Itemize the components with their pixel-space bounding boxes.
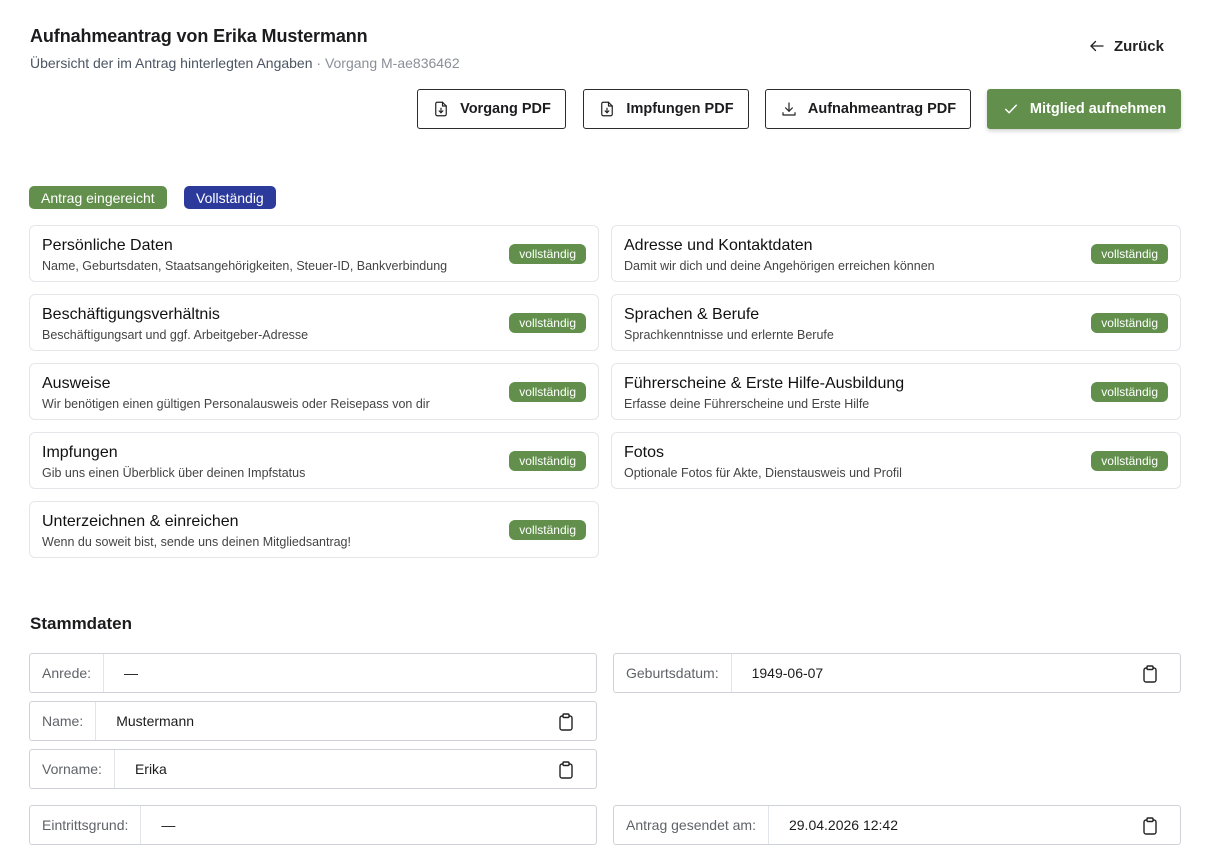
section-card-impfungen[interactable]: Impfungen Gib uns einen Überblick über d…: [29, 432, 599, 489]
download-icon: [782, 102, 796, 116]
impfungen-pdf-button[interactable]: Impfungen PDF: [583, 89, 749, 129]
anrede-field: Anrede: —: [29, 653, 597, 693]
field-value: 1949-06-07: [751, 665, 824, 681]
geburtsdatum-field: Geburtsdatum: 1949-06-07: [613, 653, 1181, 693]
status-badge: vollständig: [1091, 451, 1168, 471]
section-card-sprachen-berufe[interactable]: Sprachen & Berufe Sprachkenntnisse und e…: [611, 294, 1181, 351]
field-label: Eintrittsgrund:: [30, 806, 142, 844]
section-description: Damit wir dich und deine Angehörigen err…: [624, 259, 935, 273]
section-title: Fotos: [624, 444, 665, 461]
section-description: Wenn du soweit bist, sende uns deinen Mi…: [42, 535, 351, 549]
status-badge: vollständig: [1091, 382, 1168, 402]
back-label: Zurück: [1113, 37, 1164, 55]
back-button[interactable]: Zurück: [1088, 37, 1164, 55]
vorgang-pdf-button[interactable]: Vorgang PDF: [417, 89, 566, 129]
field-value: 29.04.2026 12:42: [788, 817, 898, 833]
name-field: Name: Mustermann: [29, 701, 597, 741]
section-description: Gib uns einen Überblick über deinen Impf…: [42, 466, 306, 480]
vorgang-reference: · Vorgang M-ae836462: [316, 55, 460, 71]
section-description: Erfasse deine Führerscheine und Erste Hi…: [624, 397, 870, 411]
page-subtitle: Übersicht der im Antrag hinterlegten Ang…: [30, 55, 460, 71]
field-value: Erika: [134, 761, 167, 777]
section-card-fotos[interactable]: Fotos Optionale Fotos für Akte, Dienstau…: [611, 432, 1181, 489]
section-title: Beschäftigungsverhältnis: [42, 306, 220, 323]
clipboard-icon[interactable]: [558, 713, 574, 731]
section-title: Persönliche Daten: [42, 237, 173, 254]
aufnahmeantrag-pdf-button[interactable]: Aufnahmeantrag PDF: [765, 89, 971, 129]
clipboard-icon[interactable]: [1142, 665, 1158, 683]
aufnahmeantrag-pdf-label: Aufnahmeantrag PDF: [807, 101, 957, 117]
section-description: Name, Geburtsdaten, Staatsangehörigkeite…: [42, 259, 448, 273]
vorgang-pdf-label: Vorgang PDF: [460, 101, 551, 117]
section-title: Sprachen & Berufe: [624, 306, 760, 323]
status-badge: vollständig: [509, 520, 586, 540]
section-card-persoenliche-daten[interactable]: Persönliche Daten Name, Geburtsdaten, St…: [29, 225, 599, 282]
page-title: Aufnahmeantrag von Erika Mustermann: [30, 26, 368, 46]
section-description: Beschäftigungsart und ggf. Arbeitgeber-A…: [42, 328, 309, 342]
status-badge: vollständig: [509, 451, 586, 471]
field-value: —: [161, 817, 176, 833]
file-download-icon: [435, 101, 447, 117]
section-card-adresse-kontaktdaten[interactable]: Adresse und Kontaktdaten Damit wir dich …: [611, 225, 1181, 282]
section-title: Führerscheine & Erste Hilfe-Ausbildung: [624, 375, 905, 392]
section-card-unterzeichnen[interactable]: Unterzeichnen & einreichen Wenn du sowei…: [29, 501, 599, 558]
status-badge: Antrag eingereicht: [29, 186, 167, 209]
file-download-icon: [601, 101, 614, 117]
section-card-ausweise[interactable]: Ausweise Wir benötigen einen gültigen Pe…: [29, 363, 599, 420]
antrag-gesendet-field: Antrag gesendet am: 29.04.2026 12:42: [613, 805, 1181, 845]
section-description: Wir benötigen einen gültigen Personalaus…: [42, 397, 430, 411]
clipboard-icon[interactable]: [1142, 817, 1158, 835]
vorname-field: Vorname: Erika: [29, 749, 597, 789]
status-badge: vollständig: [509, 244, 586, 264]
impfungen-pdf-label: Impfungen PDF: [626, 101, 734, 117]
section-title: Ausweise: [42, 375, 111, 392]
field-value: Mustermann: [116, 713, 195, 729]
section-description: Sprachkenntnisse und erlernte Berufe: [624, 328, 834, 342]
status-badge: vollständig: [509, 382, 586, 402]
completeness-badge: Vollständig: [184, 186, 276, 209]
field-label: Antrag gesendet am:: [614, 806, 769, 844]
subtitle-text: Übersicht der im Antrag hinterlegten Ang…: [30, 55, 313, 71]
eintrittsgrund-field: Eintrittsgrund: —: [29, 805, 597, 845]
status-badge: vollständig: [509, 313, 586, 333]
section-card-beschaeftigung[interactable]: Beschäftigungsverhältnis Beschäftigungsa…: [29, 294, 599, 351]
clipboard-icon[interactable]: [558, 761, 574, 779]
section-title: Impfungen: [42, 444, 118, 461]
status-badge: vollständig: [1091, 313, 1168, 333]
field-label: Geburtsdatum:: [614, 654, 732, 692]
stammdaten-heading: Stammdaten: [30, 614, 133, 633]
section-title: Adresse und Kontaktdaten: [624, 237, 813, 254]
section-card-fuehrerscheine[interactable]: Führerscheine & Erste Hilfe-Ausbildung E…: [611, 363, 1181, 420]
field-label: Vorname:: [30, 750, 115, 788]
field-label: Anrede:: [30, 654, 105, 692]
arrow-left-icon: [1090, 40, 1104, 52]
mitglied-aufnehmen-label: Mitglied aufnehmen: [1029, 101, 1167, 117]
field-label: Name:: [30, 702, 97, 740]
section-title: Unterzeichnen & einreichen: [42, 513, 239, 530]
field-value: —: [124, 665, 139, 681]
check-icon: [1004, 104, 1017, 114]
section-description: Optionale Fotos für Akte, Dienstausweis …: [624, 466, 902, 480]
mitglied-aufnehmen-button[interactable]: Mitglied aufnehmen: [987, 89, 1181, 129]
status-badge: vollständig: [1091, 244, 1168, 264]
